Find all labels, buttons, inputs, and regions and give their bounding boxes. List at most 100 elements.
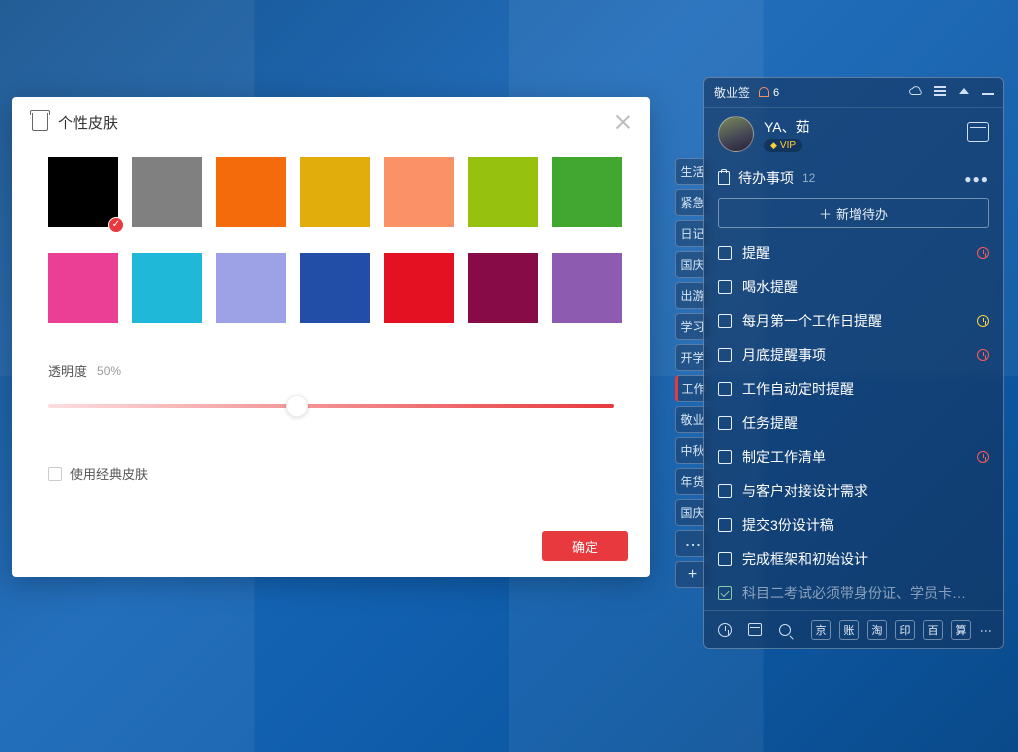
clock-icon[interactable] <box>714 619 736 641</box>
classic-skin-row[interactable]: 使用经典皮肤 <box>48 464 614 483</box>
shortcut-button[interactable]: 算 <box>951 620 971 640</box>
todo-item[interactable]: 提醒 <box>718 236 999 270</box>
todo-text: 提醒 <box>742 243 770 263</box>
todo-checkbox[interactable] <box>718 518 732 532</box>
todo-item[interactable]: 月底提醒事项 <box>718 338 999 372</box>
color-swatch[interactable]: ✓ <box>48 157 118 227</box>
todo-text: 任务提醒 <box>742 413 798 433</box>
todo-item[interactable]: 科目二考试必须带身份证、学员卡、7... <box>718 576 999 610</box>
color-swatch[interactable] <box>216 253 286 323</box>
todo-checkbox[interactable] <box>718 416 732 430</box>
skin-dialog-header: 个性皮肤 <box>12 97 650 147</box>
todo-text: 科目二考试必须带身份证、学员卡、7... <box>742 583 969 603</box>
color-swatch[interactable] <box>552 253 622 323</box>
panel-window-controls <box>909 84 995 98</box>
todo-item[interactable]: 完成框架和初始设计 <box>718 542 999 576</box>
todo-checkbox[interactable] <box>718 382 732 396</box>
bottom-right-shortcuts: 京账淘印百算 ⋮ <box>811 620 993 640</box>
panel-bottom-bar: 京账淘印百算 ⋮ <box>704 610 1003 648</box>
search-icon[interactable] <box>774 619 796 641</box>
todo-item[interactable]: 与客户对接设计需求 <box>718 474 999 508</box>
todo-text: 工作自动定时提醒 <box>742 379 854 399</box>
todo-text: 每月第一个工作日提醒 <box>742 311 882 331</box>
clipboard-icon <box>718 171 730 185</box>
todo-item[interactable]: 每月第一个工作日提醒 <box>718 304 999 338</box>
slider-track <box>48 404 614 408</box>
opacity-value: 50% <box>97 364 121 378</box>
classic-skin-checkbox[interactable] <box>48 467 62 481</box>
section-count: 12 <box>802 171 815 185</box>
skin-dialog: 个性皮肤 ✓ 透明度 50% 使用经典皮肤 确定 <box>12 97 650 577</box>
todo-text: 制定工作清单 <box>742 447 826 467</box>
color-swatch[interactable] <box>300 157 370 227</box>
date-icon[interactable] <box>744 619 766 641</box>
check-icon: ✓ <box>108 217 124 233</box>
alarm-icon <box>977 349 989 361</box>
collapse-up-icon[interactable] <box>957 84 971 98</box>
opacity-row: 透明度 50% <box>48 361 614 380</box>
classic-skin-label: 使用经典皮肤 <box>70 464 148 483</box>
color-swatch[interactable] <box>132 253 202 323</box>
todo-text: 月底提醒事项 <box>742 345 826 365</box>
color-swatch[interactable] <box>552 157 622 227</box>
avatar[interactable] <box>718 116 754 152</box>
sync-icon[interactable] <box>909 84 923 98</box>
todo-checkbox[interactable] <box>718 348 732 362</box>
alarm-icon <box>977 315 989 327</box>
todo-list: 提醒喝水提醒每月第一个工作日提醒月底提醒事项工作自动定时提醒任务提醒制定工作清单… <box>704 236 1003 610</box>
shortcut-button[interactable]: 账 <box>839 620 859 640</box>
todo-panel: 敬业签 6 YA、茹 VIP 待办事项 12 ●●● ＋ 新增待办 提醒喝水提醒… <box>703 77 1004 649</box>
todo-text: 喝水提醒 <box>742 277 798 297</box>
calendar-icon[interactable] <box>967 122 989 142</box>
skin-dialog-title: 个性皮肤 <box>58 112 118 133</box>
color-swatch[interactable] <box>48 253 118 323</box>
section-title: 待办事项 <box>738 168 794 188</box>
shortcut-more-icon[interactable]: ⋮ <box>979 625 993 635</box>
todo-item[interactable]: 喝水提醒 <box>718 270 999 304</box>
todo-checkbox[interactable] <box>718 246 732 260</box>
shortcut-button[interactable]: 京 <box>811 620 831 640</box>
skin-icon <box>32 113 48 131</box>
notification-indicator[interactable]: 6 <box>758 86 779 99</box>
minimize-icon[interactable] <box>981 84 995 98</box>
bell-icon <box>758 86 770 99</box>
confirm-button[interactable]: 确定 <box>542 531 628 561</box>
color-swatch[interactable] <box>384 253 454 323</box>
todo-text: 提交3份设计稿 <box>742 515 834 535</box>
section-header: 待办事项 12 ●●● <box>704 160 1003 196</box>
color-swatch[interactable] <box>384 157 454 227</box>
user-row: YA、茹 VIP <box>704 108 1003 160</box>
todo-checkbox[interactable] <box>718 450 732 464</box>
todo-checkbox[interactable] <box>718 484 732 498</box>
user-name: YA、茹 <box>764 117 810 137</box>
todo-checkbox[interactable] <box>718 280 732 294</box>
bottom-left-icons <box>714 619 796 641</box>
vip-badge: VIP <box>764 139 802 152</box>
todo-checkbox[interactable] <box>718 314 732 328</box>
menu-icon[interactable] <box>933 84 947 98</box>
todo-checkbox[interactable] <box>718 586 732 600</box>
todo-text: 与客户对接设计需求 <box>742 481 868 501</box>
todo-item[interactable]: 制定工作清单 <box>718 440 999 474</box>
section-more-icon[interactable]: ●●● <box>964 172 989 186</box>
close-icon[interactable] <box>614 113 632 131</box>
alarm-icon <box>977 247 989 259</box>
color-swatch[interactable] <box>300 253 370 323</box>
color-swatch[interactable] <box>216 157 286 227</box>
todo-checkbox[interactable] <box>718 552 732 566</box>
panel-titlebar: 敬业签 6 <box>704 78 1003 108</box>
opacity-slider[interactable] <box>48 392 614 420</box>
add-todo-label: 新增待办 <box>836 204 888 223</box>
color-swatch[interactable] <box>132 157 202 227</box>
add-todo-button[interactable]: ＋ 新增待办 <box>718 198 989 228</box>
todo-item[interactable]: 任务提醒 <box>718 406 999 440</box>
slider-thumb[interactable] <box>286 395 308 417</box>
color-swatch[interactable] <box>468 253 538 323</box>
color-swatch[interactable] <box>468 157 538 227</box>
shortcut-button[interactable]: 印 <box>895 620 915 640</box>
todo-item[interactable]: 工作自动定时提醒 <box>718 372 999 406</box>
alarm-icon <box>977 451 989 463</box>
shortcut-button[interactable]: 淘 <box>867 620 887 640</box>
todo-item[interactable]: 提交3份设计稿 <box>718 508 999 542</box>
shortcut-button[interactable]: 百 <box>923 620 943 640</box>
